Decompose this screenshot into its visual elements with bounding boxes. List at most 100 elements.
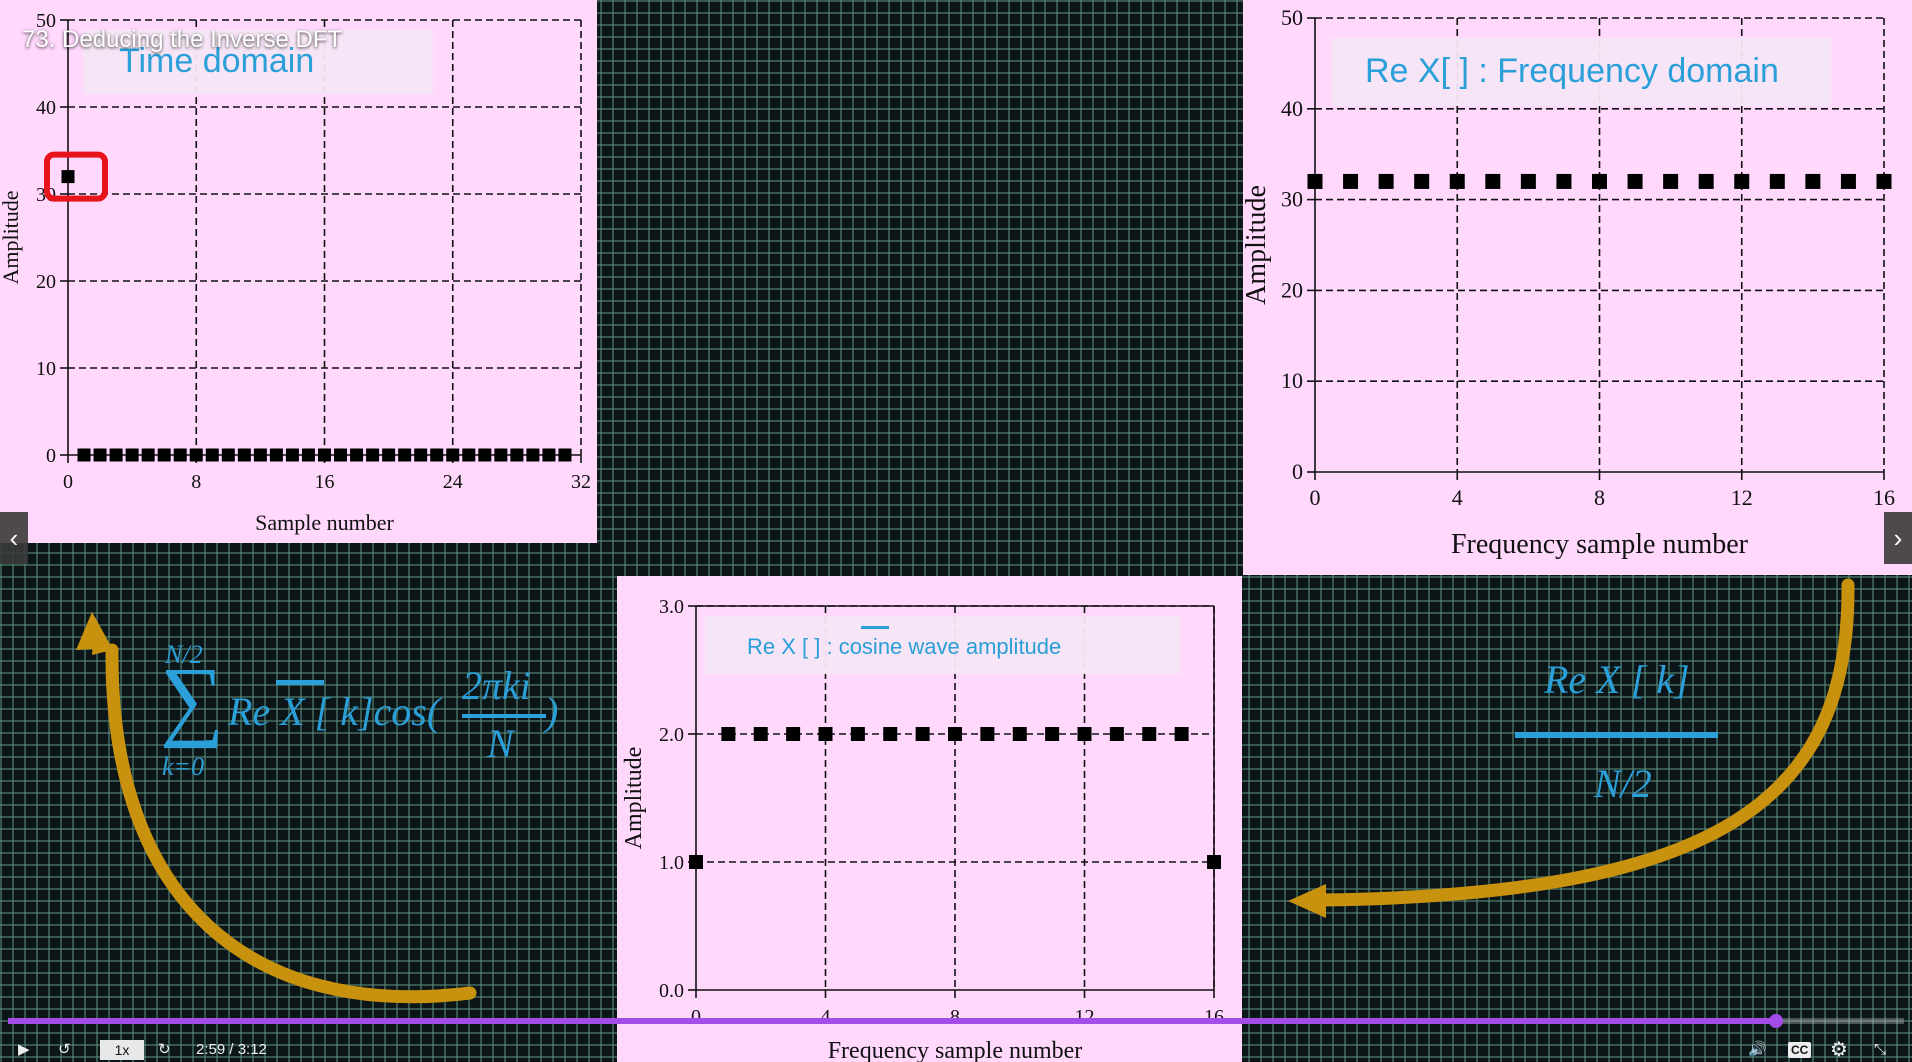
player-controls: ▶ ↺ 1x ↻ 2:59 / 3:12 🔊 CC ⚙ ⤡ <box>0 1038 1912 1062</box>
data-point <box>1012 727 1027 741</box>
data-point <box>189 448 203 462</box>
x-axis-label: Frequency sample number <box>1451 529 1749 560</box>
y-tick-label: 0 <box>1292 459 1303 484</box>
forward-icon[interactable]: ↻ <box>158 1038 180 1062</box>
data-point <box>157 448 171 462</box>
data-point <box>980 727 995 741</box>
data-point <box>1556 173 1572 189</box>
data-point <box>915 727 930 741</box>
data-point <box>382 448 396 462</box>
data-point <box>558 448 572 462</box>
data-point <box>237 448 251 462</box>
data-point <box>1142 727 1157 741</box>
sum-lower-limit: k=0 <box>162 752 205 781</box>
y-tick-label: 40 <box>36 97 56 119</box>
x-tick-label: 8 <box>191 471 201 493</box>
data-point <box>1876 173 1892 189</box>
x-tick-label: 4 <box>1452 485 1463 510</box>
volume-icon[interactable]: 🔊 <box>1748 1038 1767 1062</box>
data-point <box>786 727 801 741</box>
x-axis-label: Sample number <box>255 510 394 535</box>
y-tick-label: 1.0 <box>659 852 684 874</box>
data-point <box>526 448 540 462</box>
cosine-amplitude-title-text: Re X [ ] : cosine wave amplitude <box>747 634 1062 659</box>
data-point <box>350 448 364 462</box>
data-point <box>1805 173 1821 189</box>
sum-x-bar-line <box>276 680 324 685</box>
data-point <box>1045 727 1060 741</box>
captions-button[interactable]: CC <box>1788 1042 1812 1058</box>
data-point <box>1449 173 1465 189</box>
data-point <box>398 448 412 462</box>
rewind-icon[interactable]: ↺ <box>58 1038 80 1062</box>
x-tick-label: 16 <box>1873 485 1895 510</box>
data-point <box>366 448 380 462</box>
progress-bar[interactable] <box>8 1014 1904 1028</box>
y-tick-label: 10 <box>36 358 56 380</box>
y-tick-label: 40 <box>1281 96 1303 121</box>
previous-lecture-button[interactable]: ‹ <box>0 512 28 564</box>
y-tick-label: 30 <box>1281 187 1303 212</box>
progress-fill <box>8 1018 1776 1024</box>
data-point <box>1734 173 1750 189</box>
data-point <box>61 170 75 184</box>
x-tick-label: 32 <box>571 471 591 493</box>
data-point <box>462 448 476 462</box>
data-point <box>1663 173 1679 189</box>
play-icon[interactable]: ▶ <box>18 1038 40 1062</box>
video-title: 73. Deducing the Inverse DFT <box>22 26 343 53</box>
data-point <box>285 448 299 462</box>
data-point <box>141 448 155 462</box>
progress-handle[interactable] <box>1768 1014 1783 1028</box>
data-point <box>1378 173 1394 189</box>
data-point <box>478 448 492 462</box>
cosine-amplitude-panel: 0.0 1.0 2.0 3.0 0 4 8 12 16 Frequency sample numb… <box>617 576 1242 1062</box>
y-axis-label: Amplitude <box>0 190 23 284</box>
data-point <box>1343 173 1359 189</box>
data-point <box>109 448 123 462</box>
x-tick-label: 16 <box>1204 1006 1224 1028</box>
fraction-denominator: N <box>487 721 514 766</box>
data-point <box>1207 855 1221 869</box>
data-point <box>269 448 283 462</box>
data-point <box>1485 173 1501 189</box>
data-point <box>414 448 428 462</box>
y-axis-label: Amplitude <box>621 747 647 850</box>
time-readout: 2:59 / 3:12 <box>196 1041 267 1058</box>
y-axis-label: Amplitude <box>1243 185 1272 305</box>
y-tick-label: 20 <box>1281 277 1303 302</box>
data-point <box>948 727 962 741</box>
data-point <box>1769 173 1785 189</box>
data-point <box>77 448 91 462</box>
y-tick-label: 2.0 <box>659 724 684 746</box>
data-point <box>1698 173 1714 189</box>
data-point <box>689 855 703 869</box>
data-point <box>221 448 235 462</box>
next-lecture-button[interactable]: › <box>1884 512 1912 564</box>
x-tick-label: 4 <box>821 1006 831 1028</box>
data-point <box>301 448 315 462</box>
division-denominator: N/2 <box>1594 761 1652 806</box>
time-domain-panel: 0 10 20 30 40 50 0 8 16 24 32 Sample number Amplitud… <box>0 0 597 543</box>
data-point <box>1109 727 1124 741</box>
playback-speed-button[interactable]: 1x <box>100 1040 144 1060</box>
data-point <box>430 448 444 462</box>
fraction-close-paren: ) <box>545 689 559 734</box>
settings-icon[interactable]: ⚙ <box>1830 1038 1848 1062</box>
x-tick-label: 24 <box>443 471 463 493</box>
data-point <box>883 727 898 741</box>
data-point <box>318 448 331 462</box>
data-point <box>721 727 736 741</box>
data-point <box>1077 727 1092 741</box>
x-tick-label: 0 <box>1310 485 1321 510</box>
data-point <box>125 448 139 462</box>
data-point <box>1414 173 1430 189</box>
fullscreen-icon[interactable]: ⤡ <box>1874 1038 1886 1062</box>
x-tick-label: 0 <box>691 1006 701 1028</box>
y-tick-label: 0.0 <box>659 980 684 1002</box>
sum-body: Re X [ k]cos( <box>228 689 441 734</box>
division-line <box>1515 732 1718 738</box>
data-point <box>494 448 508 462</box>
data-point <box>446 448 460 462</box>
fraction-numerator: 2πki <box>462 663 531 708</box>
